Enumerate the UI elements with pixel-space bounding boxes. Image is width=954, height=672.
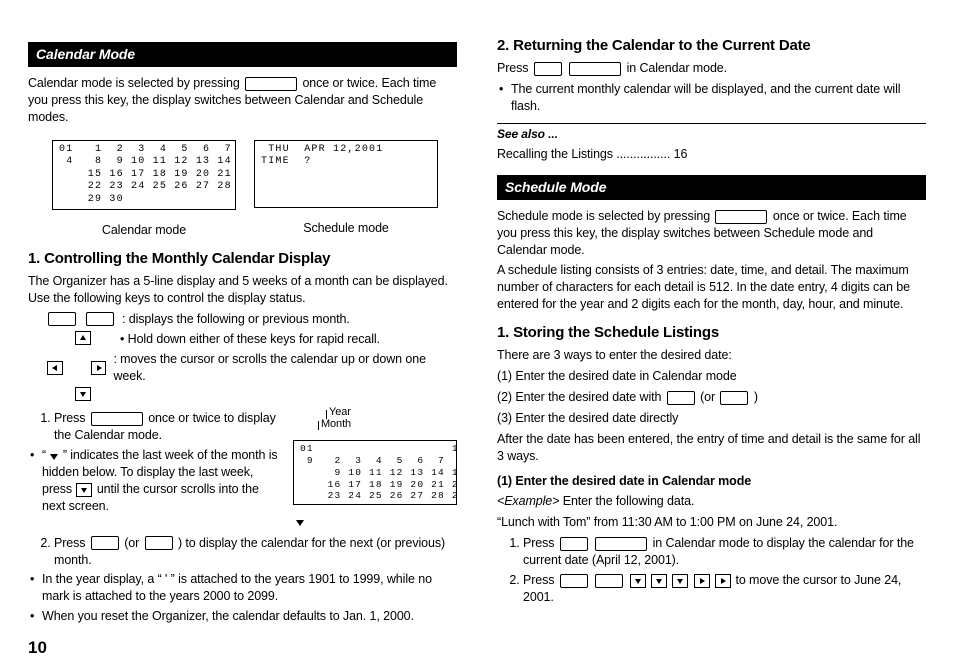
next-key	[560, 574, 588, 588]
section-bar-calendar-mode: Calendar Mode	[28, 42, 457, 67]
text: Hold down either of these keys for rapid…	[128, 332, 380, 346]
key-line-hold: • Hold down either of these keys for rap…	[74, 331, 457, 348]
right-column: 2. Returning the Calendar to the Current…	[497, 36, 926, 654]
down-arrow-key	[651, 574, 667, 588]
next-key	[667, 391, 695, 405]
example-steps: Press in Calendar mode to display the ca…	[497, 535, 926, 606]
next-key	[48, 312, 76, 326]
calendar-intro: Calendar mode is selected by pressing on…	[28, 75, 457, 126]
text: (or	[700, 390, 718, 404]
h1-body: The Organizer has a 5-line display and 5…	[28, 273, 457, 307]
right-arrow-key	[91, 361, 107, 375]
heading-controlling-display: 1. Controlling the Monthly Calendar Disp…	[28, 249, 457, 269]
down-arrow-key	[672, 574, 688, 588]
down-arrow-row	[74, 387, 457, 401]
bullet-reset: When you reset the Organizer, the calend…	[42, 608, 457, 625]
text: Enter the following data.	[563, 494, 695, 508]
lcd-examples: 01 1 2 3 4 5 6 7 4 8 9 10 11 12 13 14 15…	[52, 130, 457, 239]
text: Press	[54, 411, 89, 425]
prev-key	[86, 312, 114, 326]
example-label: <Example>	[497, 494, 563, 508]
h2-bullet-list: The current monthly calendar will be dis…	[497, 81, 926, 115]
h2-press: Press in Calendar mode.	[497, 60, 926, 77]
after-date: After the date has been entered, the ent…	[497, 431, 926, 465]
way-3: (3) Enter the desired date directly	[497, 410, 926, 427]
lcd-calendar-caption: Calendar mode	[102, 222, 186, 239]
text: : displays the following or previous mon…	[122, 311, 350, 328]
text: Calendar mode is selected by pressing	[28, 76, 243, 90]
heading-return-current-date: 2. Returning the Calendar to the Current…	[497, 36, 926, 56]
next-key	[91, 536, 119, 550]
key-line-prevnext: : displays the following or previous mon…	[46, 311, 457, 328]
bullet-lastweek-list: “ ” indicates the last week of the month…	[28, 447, 457, 515]
year-label: Year	[329, 407, 351, 418]
lcd-schedule: THU APR 12,2001 TIME ?	[254, 140, 438, 208]
lcd-calendar: 01 1 2 3 4 5 6 7 4 8 9 10 11 12 13 14 15…	[52, 140, 236, 211]
step-2: Press (or ) to display the calendar for …	[54, 535, 457, 569]
example-quote: “Lunch with Tom” from 11:30 AM to 1:00 P…	[497, 514, 926, 531]
text: in Calendar mode.	[627, 61, 727, 75]
down-indicator-icon	[295, 517, 305, 527]
text: Press	[523, 573, 558, 587]
h2-bullet: The current monthly calendar will be dis…	[511, 81, 926, 115]
way-2: (2) Enter the desired date with (or )	[497, 389, 926, 406]
schedule-para2: A schedule listing consists of 3 entries…	[497, 262, 926, 313]
store-intro: There are 3 ways to enter the desired da…	[497, 347, 926, 364]
schedule-key	[595, 537, 647, 551]
key	[560, 537, 588, 551]
key-line-arrows: : moves the cursor or scrolls the calend…	[46, 351, 457, 385]
down-arrow-key	[630, 574, 646, 588]
heading-storing-listings: 1. Storing the Schedule Listings	[497, 323, 926, 343]
section-bar-schedule-mode: Schedule Mode	[497, 175, 926, 200]
bullet-lastweek: “ ” indicates the last week of the month…	[42, 447, 457, 515]
notes-list: In the year display, a “ ' ” is attached…	[28, 571, 457, 625]
example-step-1: Press in Calendar mode to display the ca…	[523, 535, 926, 569]
down-arrow-key	[75, 387, 91, 401]
way-1: (1) Enter the desired date in Calendar m…	[497, 368, 926, 385]
text: (2) Enter the desired date with	[497, 390, 665, 404]
bullet-year: In the year display, a “ ' ” is attached…	[42, 571, 457, 605]
prev-key	[720, 391, 748, 405]
next-key	[595, 574, 623, 588]
sub-heading-1: (1) Enter the desired date in Calendar m…	[497, 473, 926, 490]
page-number: 10	[28, 638, 47, 658]
see-also-line: Recalling the Listings ................ …	[497, 146, 926, 163]
prev-key	[145, 536, 173, 550]
lcd-schedule-caption: Schedule mode	[303, 220, 389, 237]
right-arrow-key	[715, 574, 731, 588]
text: Press	[497, 61, 532, 75]
text: Schedule mode is selected by pressing	[497, 209, 713, 223]
down-arrow-key	[76, 483, 92, 497]
example-lead: <Example> Enter the following data.	[497, 493, 926, 510]
example-step-2: Press to move the cursor to June 24, 200…	[523, 572, 926, 606]
down-indicator-icon	[49, 451, 59, 461]
left-arrow-key	[47, 361, 63, 375]
steps-list-2: Press (or ) to display the calendar for …	[28, 535, 457, 569]
text: )	[754, 390, 758, 404]
text: Press	[523, 536, 558, 550]
schedule-key	[569, 62, 621, 76]
text: “	[42, 448, 49, 462]
schedule-intro: Schedule mode is selected by pressing on…	[497, 208, 926, 259]
key	[534, 62, 562, 76]
text: (or	[124, 536, 142, 550]
text: : moves the cursor or scrolls the calend…	[113, 351, 457, 385]
up-arrow-key	[75, 331, 91, 345]
month-label: Month	[321, 418, 351, 430]
text: Press	[54, 536, 89, 550]
see-also-heading: See also ...	[497, 123, 926, 142]
right-arrow-key	[694, 574, 710, 588]
left-column: Calendar Mode Calendar mode is selected …	[28, 36, 457, 654]
schedule-key	[91, 412, 143, 426]
schedule-key	[245, 77, 297, 91]
schedule-key	[715, 210, 767, 224]
